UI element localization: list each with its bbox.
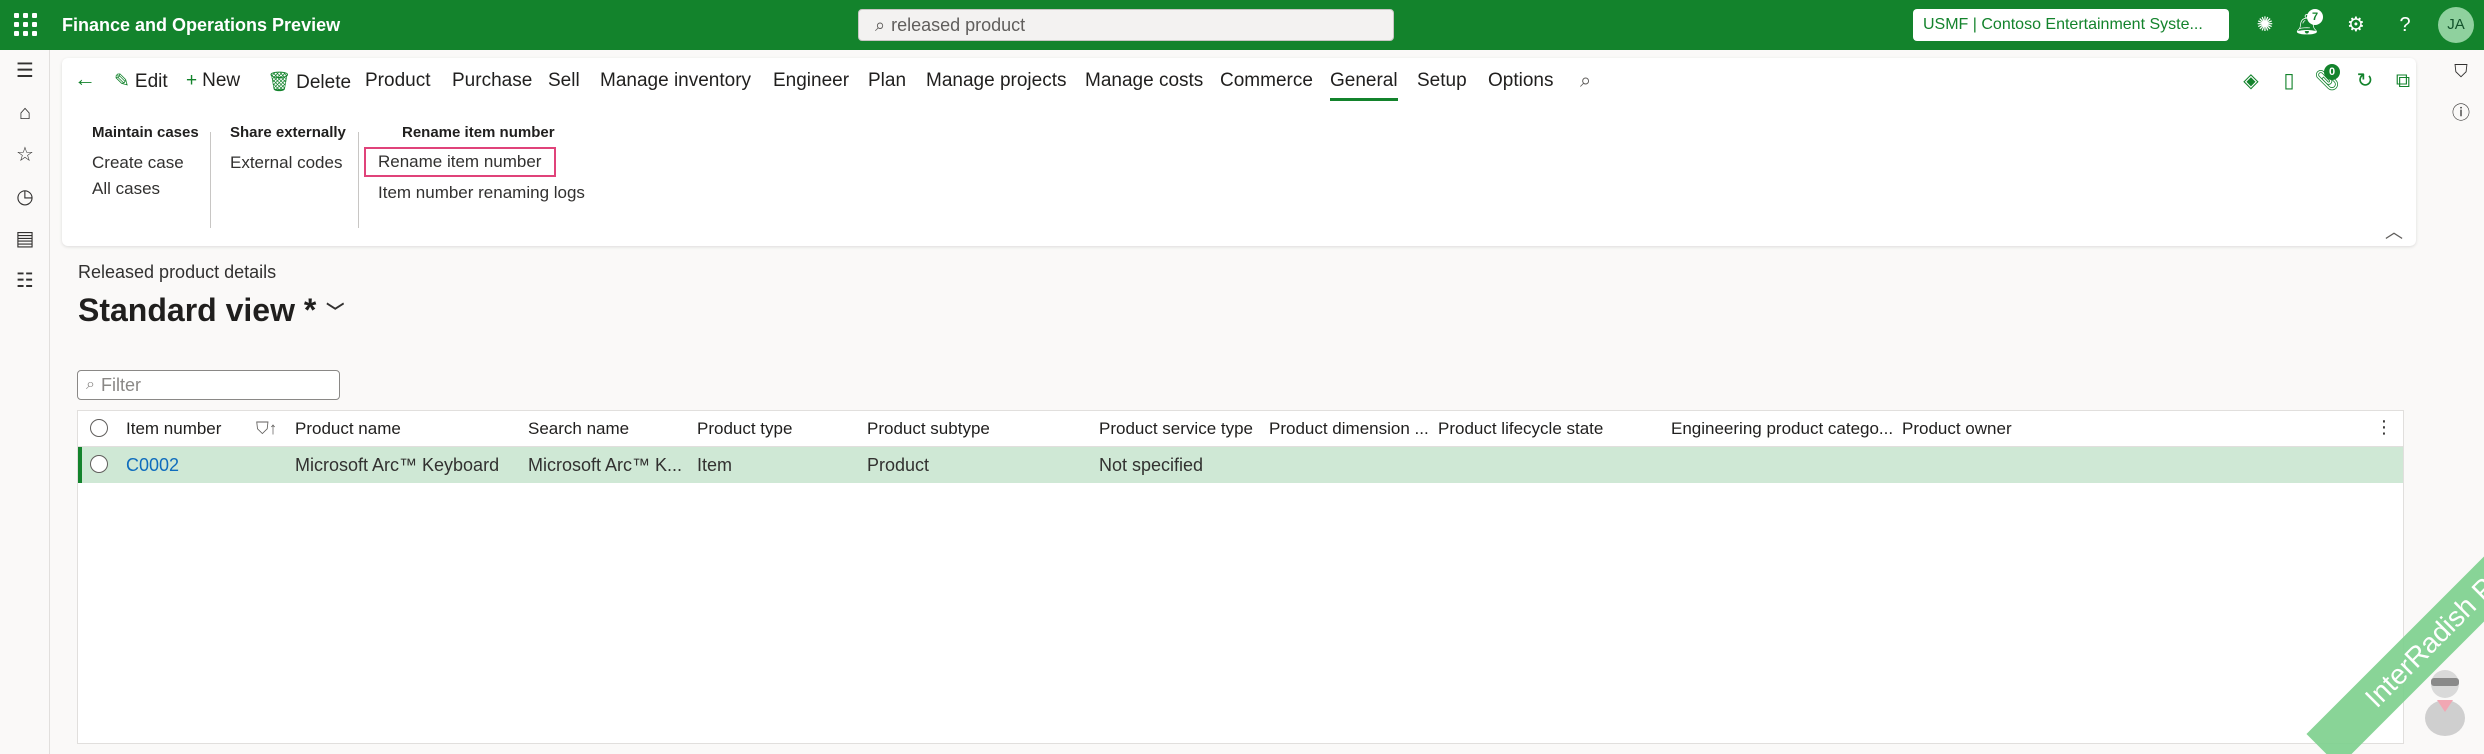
tab-commerce[interactable]: Commerce [1220,70,1313,92]
column-product-owner[interactable]: Product owner [1902,419,2012,439]
column-search-name[interactable]: Search name [528,419,629,439]
settings-gear-icon[interactable]: ⚙ [2343,12,2369,38]
global-search-input[interactable]: ⌕ released product [858,9,1394,41]
column-product-lifecycle-state[interactable]: Product lifecycle state [1438,419,1603,439]
search-icon: ⌕ [86,376,95,393]
all-cases-button[interactable]: All cases [92,179,199,199]
modules-list-icon[interactable]: ☷ [12,268,38,294]
edit-label: Edit [134,71,168,92]
tab-manage-projects[interactable]: Manage projects [926,70,1066,92]
grid-header: Item number ⛉↑ Product name Search name … [78,411,2403,447]
action-pane: ← ✎ Edit + New 🗑︎ Delete Product Purchase S… [62,58,2416,246]
tab-options[interactable]: Options [1488,70,1553,92]
copilot-icon[interactable]: ✺ [2252,12,2278,38]
group-title: Maintain cases [92,124,199,141]
cell-item-number-link[interactable]: C0002 [126,455,179,476]
released-products-grid: Item number ⛉↑ Product name Search name … [77,410,2404,744]
navigation-rail: ☰ ⌂ ☆ ◷ ▤ ☷ [0,50,50,754]
group-rename-item-number: Rename item number Rename item number It… [364,124,585,209]
filter-input[interactable]: ⌕ Filter [77,370,340,400]
new-button[interactable]: + New [186,70,240,92]
tab-plan[interactable]: Plan [868,70,906,92]
app-launcher-icon[interactable] [14,13,38,37]
group-share-externally: Share externally External codes [230,124,346,179]
office-icon[interactable]: ▯ [2276,68,2302,94]
page-caption: Released product details [78,262,277,282]
search-actions-icon[interactable]: ⌕ [1580,70,1591,93]
tab-purchase[interactable]: Purchase [452,70,532,92]
more-options-icon[interactable]: ⋮ [2375,417,2393,438]
filter-pane-icon[interactable]: ⛉ [2448,58,2474,84]
plus-icon: + [186,70,198,91]
tab-sell[interactable]: Sell [548,70,580,92]
search-value: released product [891,14,1026,35]
filter-sort-icon[interactable]: ⛉↑ [256,419,277,439]
filter-placeholder: Filter [100,374,141,395]
group-title: Share externally [230,124,346,141]
company-picker[interactable]: USMF | Contoso Entertainment Syste... [1913,9,2229,41]
refresh-icon[interactable]: ↻ [2352,68,2378,94]
chevron-down-icon: ﹀ [326,301,345,322]
help-icon[interactable]: ? [2392,12,2418,38]
new-label: New [202,70,241,91]
tab-product[interactable]: Product [365,70,430,92]
view-title: Standard view * [78,292,317,328]
top-bar: Finance and Operations Preview ⌕ release… [0,0,2484,50]
item-number-renaming-logs-button[interactable]: Item number renaming logs [378,183,585,203]
search-icon: ⌕ [875,14,886,35]
mascot-icon [2425,670,2465,736]
home-icon[interactable]: ⌂ [12,100,38,126]
rename-item-number-button[interactable]: Rename item number [364,147,557,177]
cell-product-subtype: Product [867,455,930,475]
column-product-name[interactable]: Product name [295,419,401,439]
back-arrow-icon[interactable]: ← [74,66,96,92]
row-select-radio[interactable] [90,455,108,473]
favorites-star-icon[interactable]: ☆ [12,142,38,168]
notifications-count-badge: 7 [2307,9,2323,25]
column-product-service-type[interactable]: Product service type [1099,419,1253,439]
select-all-radio[interactable] [90,419,108,437]
column-product-type[interactable]: Product type [697,419,792,439]
collapse-chevron-up-icon[interactable]: ︿ [2385,218,2403,244]
power-apps-icon[interactable]: ◈ [2238,68,2264,94]
open-new-window-icon[interactable]: ⧉ [2390,68,2416,94]
column-product-subtype[interactable]: Product subtype [867,419,990,439]
cell-product-type: Item [697,455,733,475]
tab-engineer[interactable]: Engineer [773,70,849,92]
create-case-button[interactable]: Create case [92,153,199,173]
attachments-count-badge: 0 [2324,64,2340,80]
cell-product-name: Microsoft Arc™ Keyboard [295,455,500,475]
group-divider [210,132,211,228]
group-divider [358,132,359,228]
view-selector[interactable]: Standard view * ﹀ [78,292,344,329]
tab-setup[interactable]: Setup [1417,70,1467,92]
column-product-dimension[interactable]: Product dimension ... [1269,419,1429,439]
column-engineering-product-category[interactable]: Engineering product catego... [1671,419,1893,439]
workspaces-icon[interactable]: ▤ [12,226,38,252]
table-row[interactable]: C0002 Microsoft Arc™ Keyboard Microsoft … [78,447,2403,483]
tab-general[interactable]: General [1330,70,1398,101]
external-codes-button[interactable]: External codes [230,153,346,173]
app-title[interactable]: Finance and Operations Preview [62,15,340,36]
trash-icon: 🗑︎ [267,72,292,93]
group-title: Rename item number [402,124,555,141]
recent-clock-icon[interactable]: ◷ [12,184,38,210]
edit-button[interactable]: ✎ Edit [114,70,168,93]
info-icon[interactable]: ⓘ [2448,100,2474,126]
user-avatar[interactable]: JA [2438,7,2474,43]
column-item-number[interactable]: Item number [126,419,221,439]
delete-button[interactable]: 🗑︎ Delete [267,70,351,94]
cell-product-service-type: Not specified [1099,455,1204,475]
group-maintain-cases: Maintain cases Create case All cases [92,124,199,205]
cell-search-name: Microsoft Arc™ K... [528,455,683,475]
tab-manage-costs[interactable]: Manage costs [1085,70,1203,92]
delete-label: Delete [296,72,352,93]
tab-manage-inventory[interactable]: Manage inventory [600,70,751,92]
pencil-icon: ✎ [114,71,130,92]
hamburger-menu-icon[interactable]: ☰ [12,58,38,84]
